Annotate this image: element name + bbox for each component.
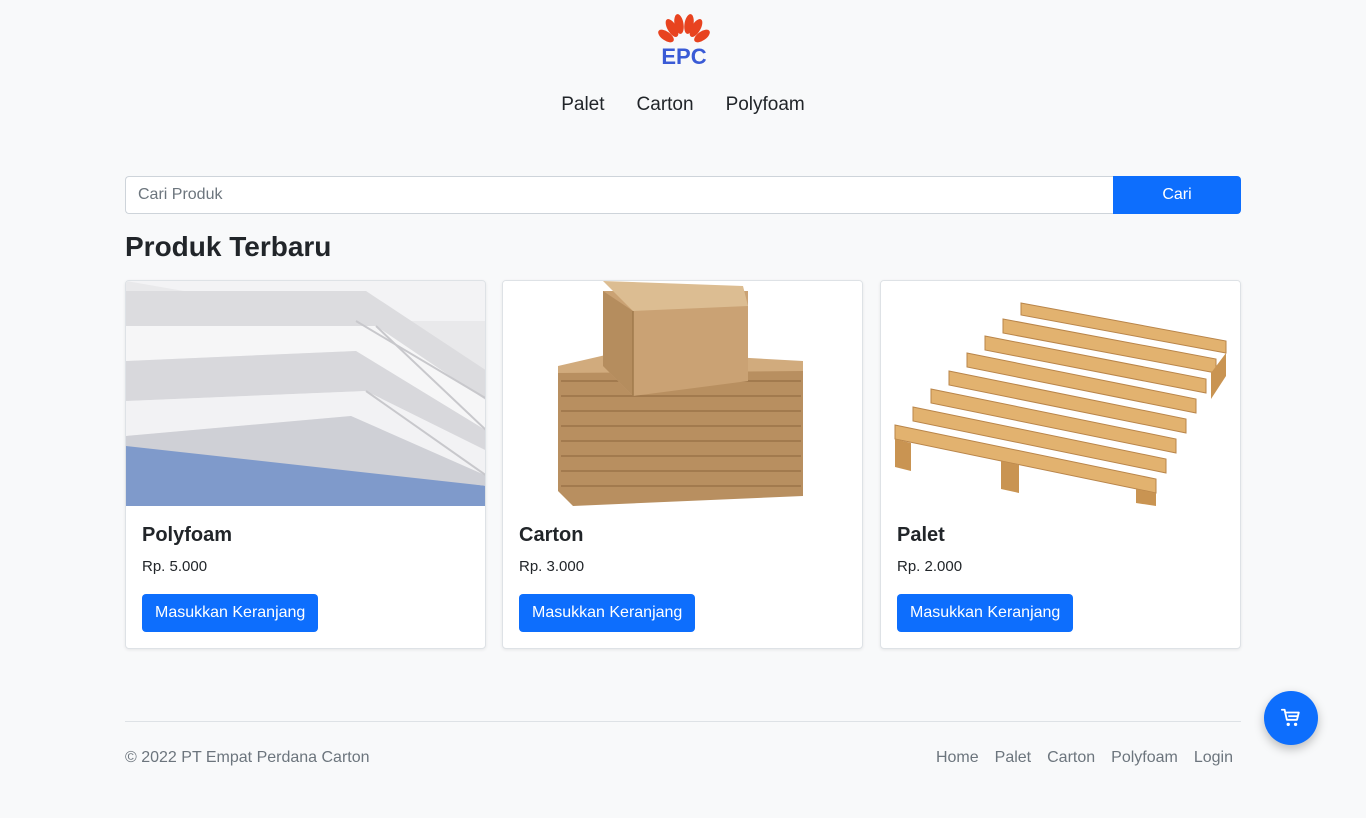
search-button[interactable]: Cari — [1113, 176, 1241, 214]
add-to-cart-button[interactable]: Masukkan Keranjang — [897, 594, 1074, 632]
product-name: Polyfoam — [142, 524, 233, 546]
section-title: Produk Terbaru — [125, 231, 332, 262]
main-nav: Palet Carton Polyfoam — [0, 94, 1366, 116]
product-name: Palet — [897, 524, 945, 546]
product-card-polyfoam: Polyfoam Rp. 5.000 Masukkan Keranjang — [125, 280, 486, 649]
cart-button[interactable] — [1264, 691, 1318, 745]
footer-divider — [125, 721, 1241, 722]
footer-link-home[interactable]: Home — [936, 749, 979, 767]
nav-link-carton[interactable]: Carton — [637, 94, 694, 116]
search-bar: Cari — [125, 176, 1241, 214]
footer-nav: Home Palet Carton Polyfoam Login — [936, 749, 1233, 767]
footer-link-polyfoam[interactable]: Polyfoam — [1111, 749, 1178, 767]
peacock-petals-icon — [658, 14, 710, 43]
logo-text: EPC — [661, 44, 707, 69]
copyright-text: © 2022 PT Empat Perdana Carton — [125, 749, 370, 766]
footer-link-login[interactable]: Login — [1194, 749, 1233, 767]
brand-logo[interactable]: EPC — [658, 14, 710, 70]
product-image-carton — [503, 281, 862, 506]
product-price: Rp. 2.000 — [897, 558, 963, 575]
product-image-palet — [881, 281, 1240, 506]
product-card-palet: Palet Rp. 2.000 Masukkan Keranjang — [880, 280, 1241, 649]
footer-link-palet[interactable]: Palet — [995, 749, 1031, 767]
footer-link-carton[interactable]: Carton — [1047, 749, 1095, 767]
product-image-polyfoam — [126, 281, 485, 506]
add-to-cart-button[interactable]: Masukkan Keranjang — [142, 594, 319, 632]
nav-link-palet[interactable]: Palet — [561, 94, 604, 116]
nav-link-polyfoam[interactable]: Polyfoam — [726, 94, 805, 116]
product-card-carton: Carton Rp. 3.000 Masukkan Keranjang — [502, 280, 863, 649]
product-name: Carton — [519, 524, 584, 546]
product-price: Rp. 5.000 — [142, 558, 208, 575]
add-to-cart-button[interactable]: Masukkan Keranjang — [519, 594, 696, 632]
product-price: Rp. 3.000 — [519, 558, 585, 575]
cart-icon — [1280, 708, 1300, 727]
search-input[interactable] — [125, 176, 1113, 214]
